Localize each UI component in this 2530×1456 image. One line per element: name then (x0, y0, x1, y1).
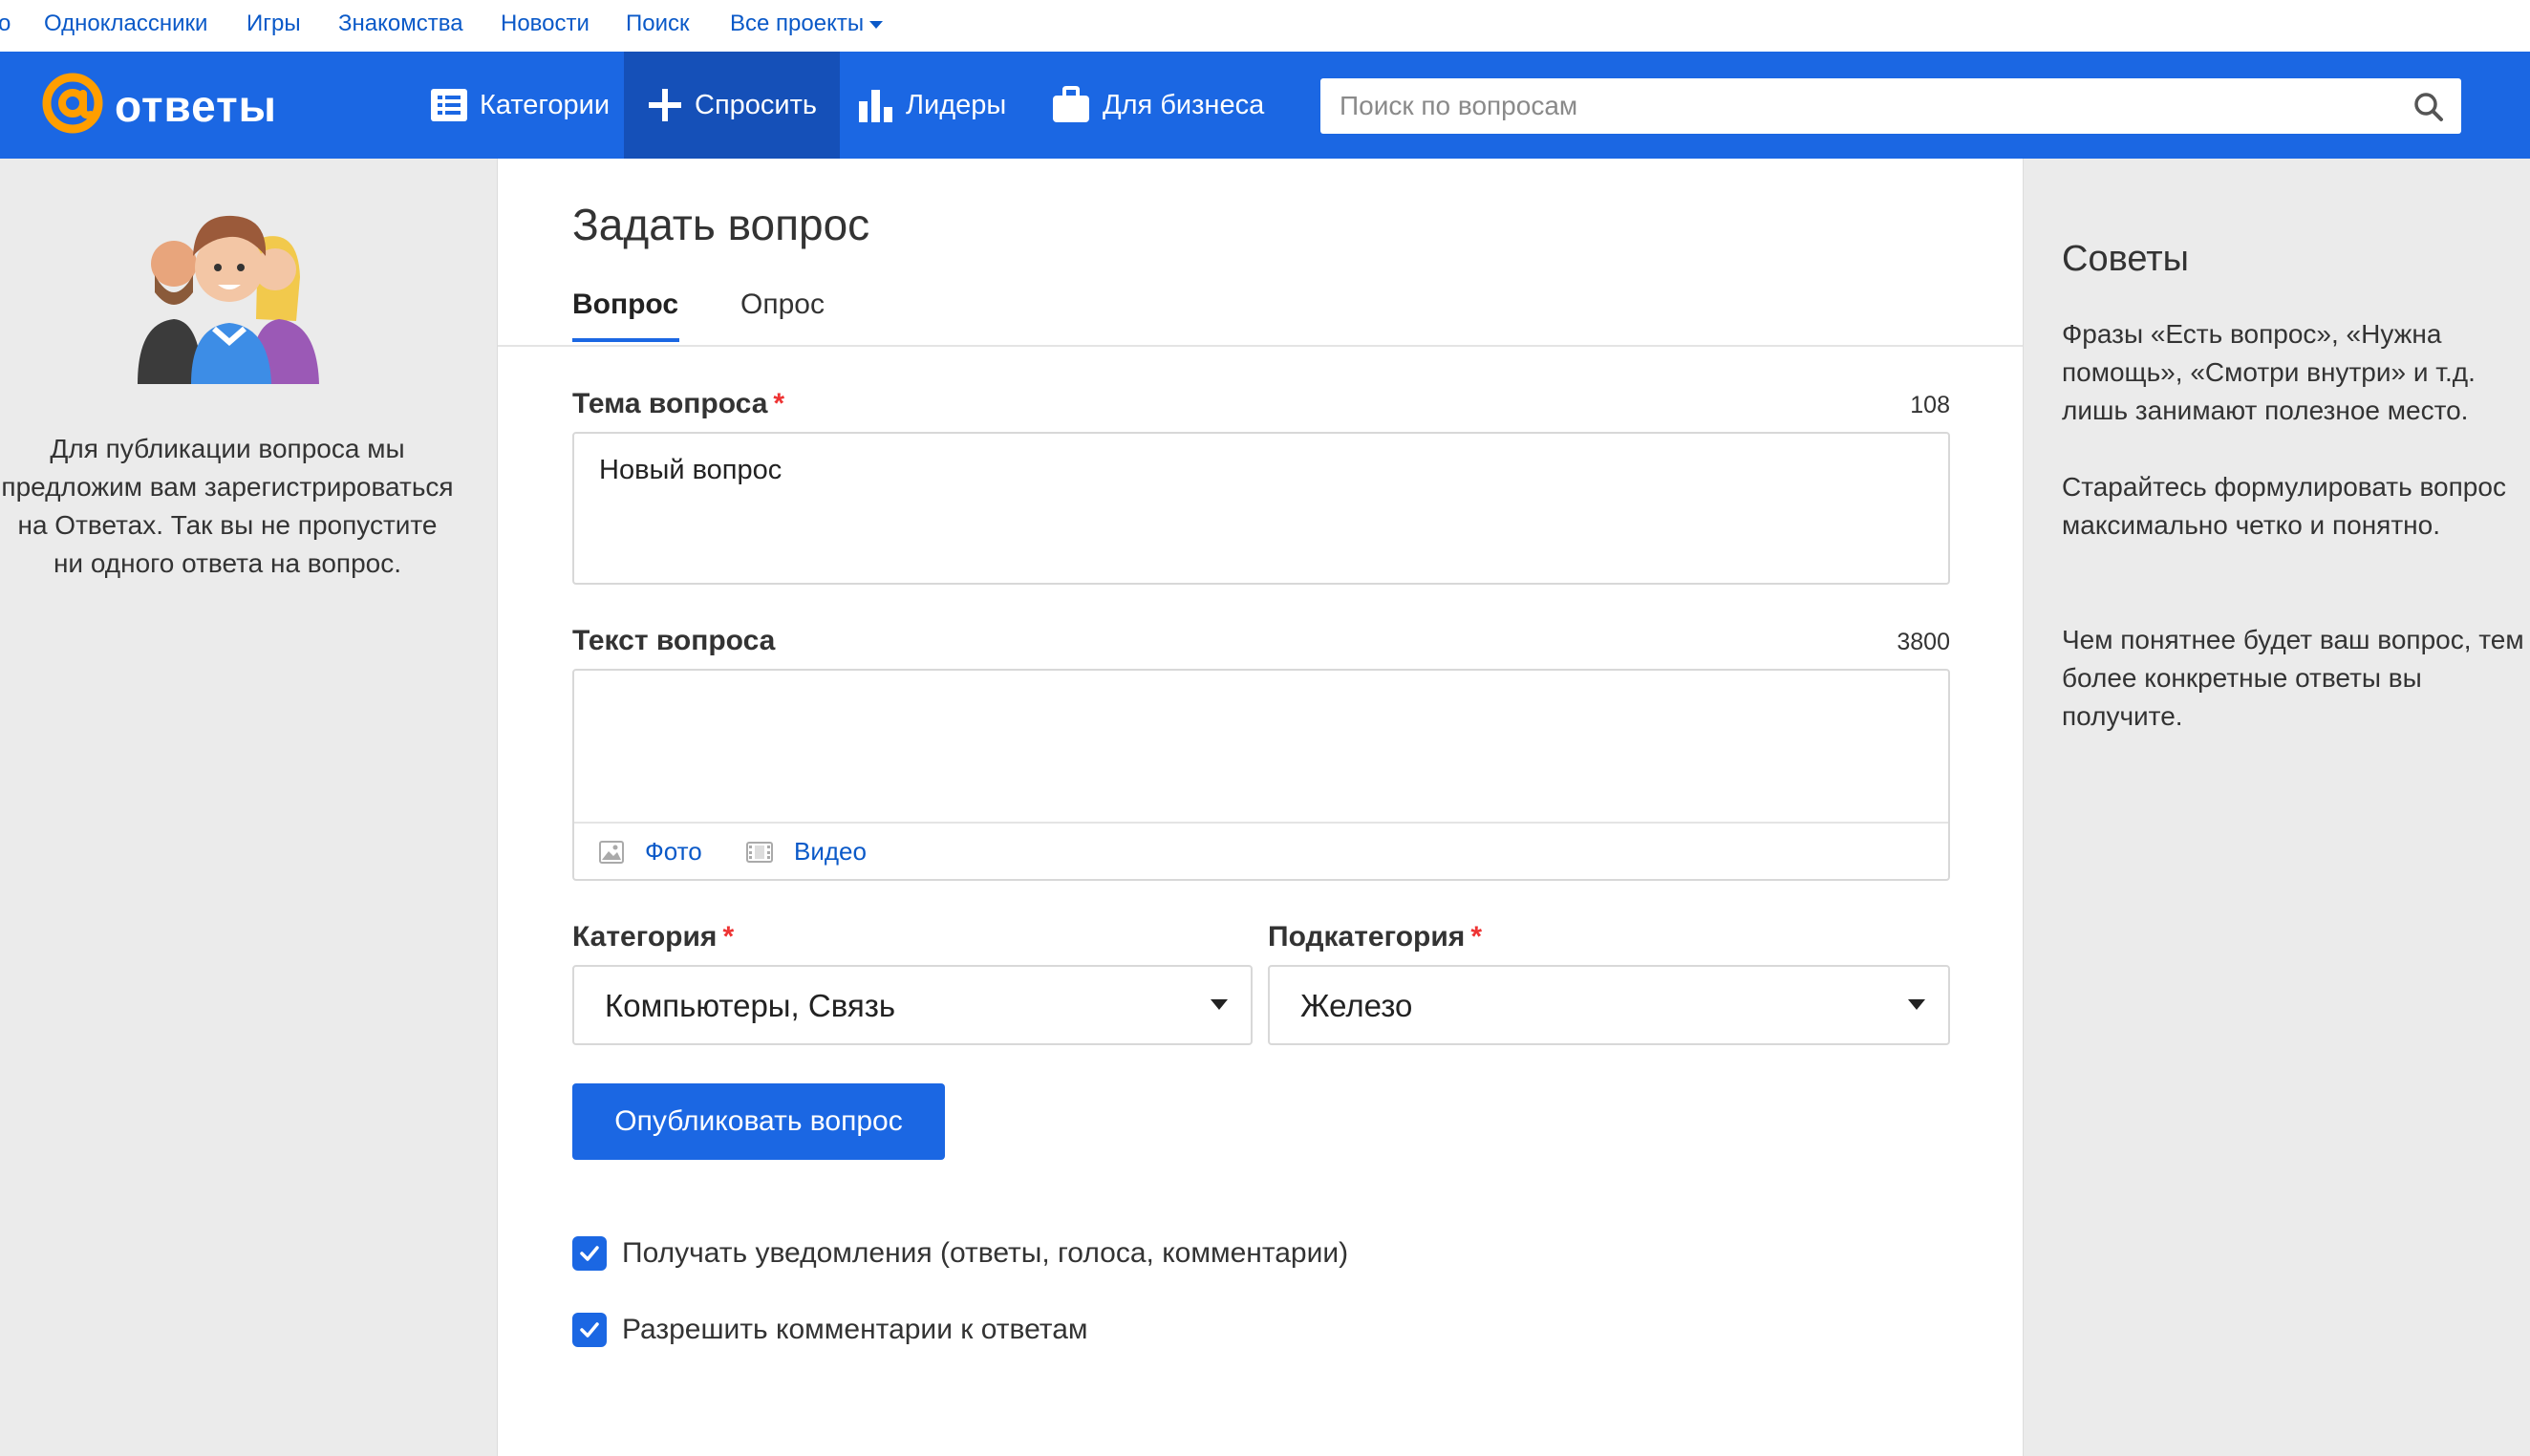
list-icon (430, 89, 467, 121)
search-box (1320, 78, 2461, 134)
main-header: ответы Категории Спросить Лидеры Для биз… (0, 52, 2530, 159)
body-char-counter: 3800 (1897, 629, 1950, 655)
subcategory-label-text: Подкатегория (1268, 921, 1466, 953)
projects-bar: о Одноклассники Игры Знакомства Новости … (0, 0, 2530, 52)
topic-char-counter: 108 (1910, 392, 1950, 418)
required-mark: * (773, 388, 785, 419)
project-link-search[interactable]: Поиск (626, 11, 690, 37)
briefcase-icon (1053, 86, 1089, 122)
checkmark-icon (580, 1322, 599, 1338)
tabs-divider (498, 345, 2023, 347)
tips-title: Советы (2062, 239, 2189, 279)
active-tab-indicator (572, 338, 679, 342)
allow-comments-checkbox-row[interactable]: Разрешить комментарии к ответам (572, 1313, 1088, 1347)
body-field[interactable]: Фото Видео (572, 669, 1950, 881)
nav-leaders[interactable]: Лидеры (858, 52, 1020, 159)
project-link-dating[interactable]: Знакомства (338, 11, 463, 37)
nav-business-label: Для бизнеса (1103, 89, 1265, 120)
logo-text: ответы (115, 81, 277, 131)
plus-icon (649, 89, 681, 121)
notifications-checkbox[interactable] (572, 1236, 607, 1271)
required-mark: * (1470, 921, 1482, 953)
all-projects-dropdown[interactable]: Все проекты (730, 11, 884, 37)
attachment-bar: Фото Видео (574, 822, 1948, 879)
category-select[interactable]: Компьютеры, Связь (572, 965, 1253, 1045)
subcategory-select[interactable]: Железо (1268, 965, 1950, 1045)
film-icon (746, 841, 773, 863)
subcategory-selected-value: Железо (1300, 988, 1413, 1023)
tip-item: Фразы «Есть вопрос», «Нужна помощь», «См… (2062, 319, 2476, 425)
attach-photo-label: Фото (645, 837, 702, 866)
nav-ask[interactable]: Спросить (624, 52, 840, 159)
tip-item: Старайтесь формулировать вопрос максимал… (2062, 472, 2506, 540)
category-label-text: Категория (572, 921, 718, 953)
chevron-down-icon (869, 20, 884, 29)
topic-field[interactable]: Новый вопрос (572, 432, 1950, 585)
category-selected-value: Компьютеры, Связь (605, 988, 896, 1023)
topic-label: Тема вопроса * (572, 388, 784, 420)
search-icon[interactable] (2413, 92, 2444, 122)
attach-photo-button[interactable]: Фото (599, 837, 702, 867)
nav-categories-label: Категории (479, 89, 611, 120)
allow-comments-checkbox[interactable] (572, 1313, 607, 1347)
project-link-truncated[interactable]: о (0, 11, 11, 37)
tab-question[interactable]: Вопрос (572, 289, 678, 321)
nav-leaders-label: Лидеры (906, 89, 1007, 120)
attach-video-button[interactable]: Видео (746, 837, 867, 867)
project-link-odnoklassniki[interactable]: Одноклассники (44, 11, 207, 37)
allow-comments-checkbox-label: Разрешить комментарии к ответам (622, 1314, 1088, 1345)
category-label: Категория * (572, 921, 734, 953)
project-link-news[interactable]: Новости (501, 11, 590, 37)
page-title: Задать вопрос (572, 200, 870, 249)
left-sidebar: Для публикации вопроса мы предложим вам … (0, 159, 497, 1456)
nav-categories[interactable]: Категории (418, 52, 621, 159)
at-sign-logo-icon (42, 73, 103, 134)
nav-ask-label: Спросить (695, 89, 817, 120)
ask-question-form: Задать вопрос Вопрос Опрос Тема вопроса *… (497, 159, 2024, 1456)
publish-question-button[interactable]: Опубликовать вопрос (572, 1083, 945, 1160)
all-projects-label: Все проекты (730, 11, 865, 36)
nav-business[interactable]: Для бизнеса (1051, 52, 1280, 159)
body-label: Текст вопроса (572, 625, 776, 656)
tips-sidebar: Советы Фразы «Есть вопрос», «Нужна помощ… (2024, 159, 2530, 1456)
tab-poll[interactable]: Опрос (740, 289, 825, 321)
dropdown-arrow-icon (1908, 999, 1925, 1010)
image-icon (599, 840, 624, 864)
project-link-games[interactable]: Игры (247, 11, 301, 37)
required-mark: * (722, 921, 735, 953)
notifications-checkbox-row[interactable]: Получать уведомления (ответы, голоса, ко… (572, 1236, 1348, 1271)
checkmark-icon (580, 1246, 599, 1261)
bar-chart-icon (859, 90, 892, 122)
subcategory-label: Подкатегория * (1268, 921, 1482, 953)
topic-label-text: Тема вопроса (572, 388, 768, 419)
registration-info-text: Для публикации вопроса мы предложим вам … (1, 434, 454, 578)
people-illustration-icon (138, 215, 319, 384)
attach-video-label: Видео (794, 837, 867, 866)
dropdown-arrow-icon (1211, 999, 1228, 1010)
tip-item: Чем понятнее будет ваш вопрос, тем более… (2062, 625, 2524, 731)
search-input[interactable] (1340, 78, 2391, 134)
topic-value: Новый вопрос (599, 455, 783, 485)
notifications-checkbox-label: Получать уведомления (ответы, голоса, ко… (622, 1237, 1349, 1269)
